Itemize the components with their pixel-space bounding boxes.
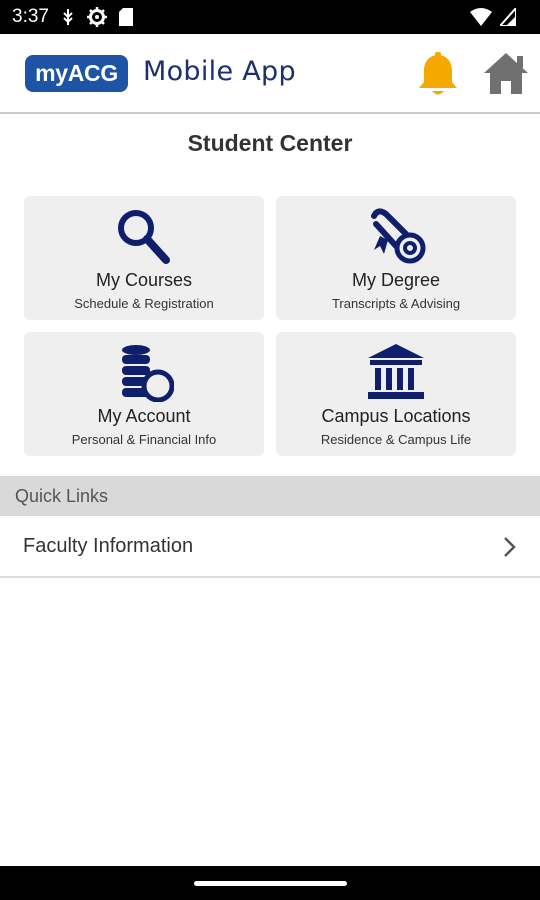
app-header: myACG Mobile App <box>0 34 540 114</box>
tile-label: My Account <box>97 406 191 426</box>
tile-label: My Courses <box>95 270 193 290</box>
tile-sublabel: Personal & Financial Info <box>71 432 217 447</box>
magnifier-icon <box>118 210 170 264</box>
sd-card-icon <box>118 8 133 26</box>
bell-icon[interactable] <box>416 52 460 98</box>
system-nav-bar <box>0 866 540 900</box>
battery-icon <box>524 8 528 26</box>
status-left-icons <box>61 7 133 27</box>
list-item-label: Faculty Information <box>23 534 194 557</box>
list-item-faculty-information[interactable]: Faculty Information <box>0 516 540 578</box>
usb-debug-icon <box>63 9 73 25</box>
myacg-logo: myACG <box>25 55 128 92</box>
chevron-right-icon <box>504 537 516 557</box>
status-time: 3:37 <box>12 6 49 27</box>
tile-my-account[interactable]: My Account Personal & Financial Info <box>24 332 264 456</box>
tile-my-courses[interactable]: My Courses Schedule & Registration <box>24 196 264 320</box>
settings-cog-icon <box>86 7 107 27</box>
status-right-icons <box>470 8 528 26</box>
signal-icon <box>500 8 516 26</box>
home-icon[interactable] <box>482 50 530 98</box>
wifi-icon <box>470 8 492 26</box>
tile-sublabel: Transcripts & Advising <box>331 296 461 311</box>
page-title: Student Center <box>187 130 353 156</box>
tile-sublabel: Schedule & Registration <box>74 296 214 311</box>
home-gesture-handle[interactable] <box>194 881 347 886</box>
status-bar: 3:37 <box>0 0 540 34</box>
tile-sublabel: Residence & Campus Life <box>320 432 472 447</box>
building-icon <box>368 344 424 399</box>
app-name: Mobile App <box>143 56 296 87</box>
tile-label: My Degree <box>351 270 441 290</box>
quick-links-header: Quick Links <box>0 476 540 516</box>
diploma-icon <box>371 208 426 264</box>
tile-campus-locations[interactable]: Campus Locations Residence & Campus Life <box>276 332 516 456</box>
tile-my-degree[interactable]: My Degree Transcripts & Advising <box>276 196 516 320</box>
logo-text: myACG <box>35 60 118 86</box>
coins-icon <box>122 345 174 402</box>
tile-label: Campus Locations <box>321 406 471 426</box>
